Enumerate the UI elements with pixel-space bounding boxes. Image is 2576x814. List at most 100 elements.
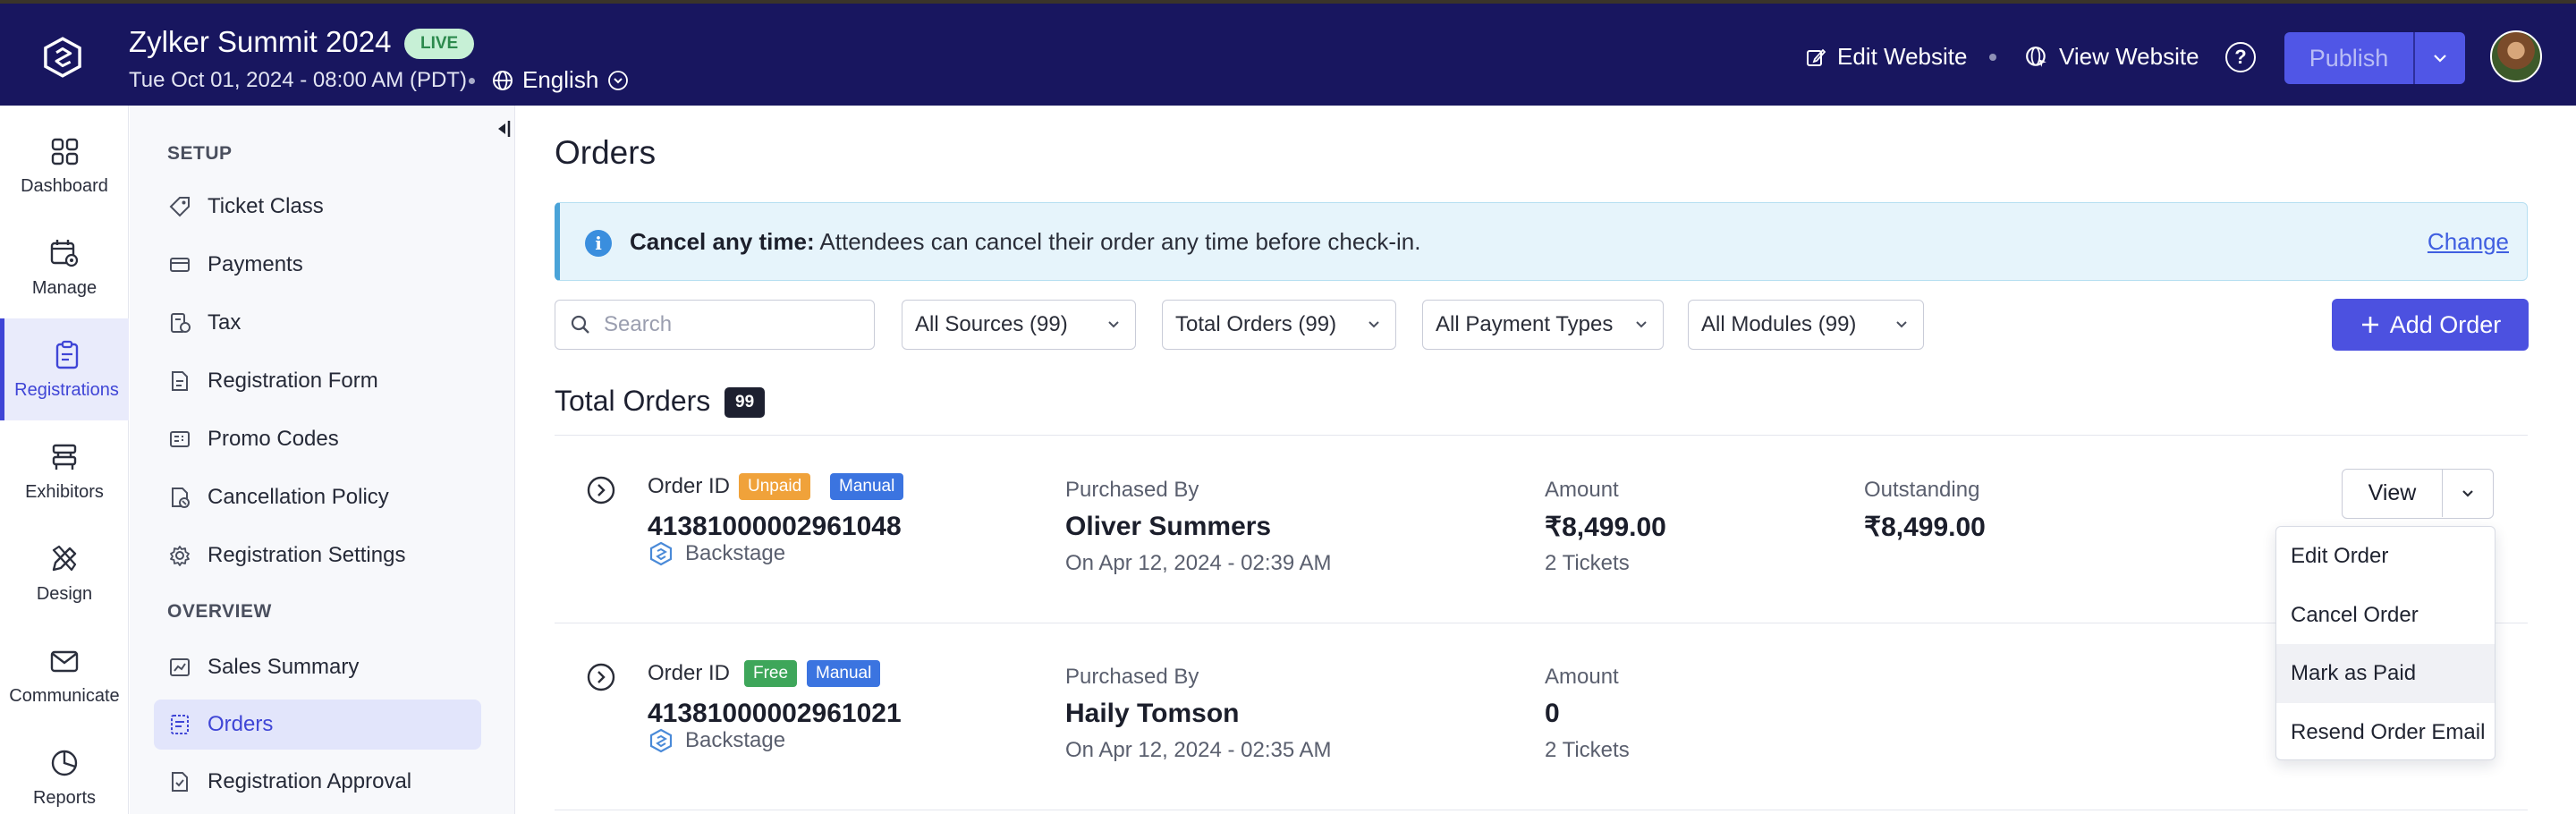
search-icon xyxy=(571,315,589,334)
edit-icon xyxy=(1807,48,1826,66)
nav-label: Tax xyxy=(208,310,242,335)
view-website-link[interactable]: View Website xyxy=(2025,43,2199,71)
total-orders-title: Total Orders xyxy=(555,385,711,417)
banner-message: Attendees can cancel their order any tim… xyxy=(814,228,1421,255)
chevron-down-circle-icon xyxy=(608,70,629,90)
menu-item-edit-order[interactable]: Edit Order xyxy=(2276,527,2495,586)
tax-icon xyxy=(171,313,191,333)
collapse-sidebar-icon[interactable] xyxy=(494,118,512,140)
add-order-button[interactable]: Add Order xyxy=(2332,299,2529,351)
overview-heading: OVERVIEW xyxy=(167,601,272,622)
rail-item-manage[interactable]: Manage xyxy=(0,216,129,318)
rail-item-design[interactable]: Design xyxy=(0,522,129,624)
event-title[interactable]: Zylker Summit 2024 xyxy=(129,25,391,59)
nav-item-registration-settings[interactable]: Registration Settings xyxy=(154,530,481,581)
order-actions-toggle[interactable] xyxy=(2443,470,2493,517)
nav-item-payments[interactable]: Payments xyxy=(154,240,481,290)
nav-item-sales-summary[interactable]: Sales Summary xyxy=(154,642,481,692)
ticket-count: 2 Tickets xyxy=(1545,738,1630,762)
menu-item-mark-as-paid[interactable]: Mark as Paid xyxy=(2276,644,2495,703)
nav-item-tax[interactable]: Tax xyxy=(154,298,481,348)
search-input[interactable] xyxy=(604,312,854,337)
filter-label: Total Orders (99) xyxy=(1175,312,1337,336)
nav-item-cancellation-policy[interactable]: Cancellation Policy xyxy=(154,472,481,522)
top-header: Zylker Summit 2024 LIVE Tue Oct 01, 2024… xyxy=(0,0,2576,106)
plus-icon xyxy=(2361,317,2378,333)
nav-item-orders[interactable]: Orders xyxy=(154,700,481,750)
status-badge-free: Free xyxy=(744,660,798,687)
order-id-label: Order ID xyxy=(648,661,731,685)
add-order-label: Add Order xyxy=(2389,310,2502,338)
chevron-down-icon xyxy=(1368,321,1379,328)
live-badge: LIVE xyxy=(404,29,475,59)
nav-label: Registration Settings xyxy=(208,543,406,567)
expand-row-icon[interactable] xyxy=(587,663,615,691)
nav-item-registration-approval[interactable]: Registration Approval xyxy=(154,757,481,807)
filter-total-orders[interactable]: Total Orders (99) xyxy=(1162,300,1396,350)
rail-label: Exhibitors xyxy=(25,481,104,502)
view-order-button[interactable]: View xyxy=(2343,470,2443,517)
purchaser-name: Haily Tomson xyxy=(1065,699,1240,728)
source-label: Backstage xyxy=(685,728,786,752)
purchase-date: On Apr 12, 2024 - 02:35 AM xyxy=(1065,738,1332,762)
page-title: Orders xyxy=(555,134,657,171)
status-badge-manual: Manual xyxy=(807,660,881,687)
card-icon xyxy=(170,258,190,272)
filter-sources[interactable]: All Sources (99) xyxy=(902,300,1136,350)
filter-modules[interactable]: All Modules (99) xyxy=(1688,300,1924,350)
publish-options-button[interactable] xyxy=(2415,32,2465,84)
gear-icon xyxy=(170,546,190,566)
language-selector[interactable]: English xyxy=(492,66,629,94)
publish-split-button: Publish xyxy=(2284,32,2465,84)
rail-item-dashboard[interactable]: Dashboard xyxy=(0,114,129,216)
purchased-by-label: Purchased By xyxy=(1065,665,1199,689)
primary-nav-rail: Dashboard Manage Registrations Exhibitor… xyxy=(0,106,129,814)
ticket-count: 2 Tickets xyxy=(1545,551,1630,575)
view-website-label: View Website xyxy=(2059,43,2199,70)
rail-item-registrations[interactable]: Registrations xyxy=(0,318,129,420)
orders-icon xyxy=(171,715,189,734)
order-row: Order ID Free Manual 41381000002961021 B… xyxy=(555,623,2528,810)
amount-value: ₹8,499.00 xyxy=(1545,513,1666,542)
nav-label: Payments xyxy=(208,252,303,276)
filter-label: All Modules (99) xyxy=(1701,312,1857,336)
publish-button[interactable]: Publish xyxy=(2284,32,2415,84)
user-avatar[interactable] xyxy=(2490,30,2542,82)
nav-label: Promo Codes xyxy=(208,427,339,451)
nav-item-promo-codes[interactable]: Promo Codes xyxy=(154,414,481,464)
chevron-down-icon xyxy=(2434,55,2446,63)
order-id-value[interactable]: 41381000002961048 xyxy=(648,512,902,542)
order-id-value[interactable]: 41381000002961021 xyxy=(648,699,902,729)
nav-item-registration-form[interactable]: Registration Form xyxy=(154,356,481,406)
globe-icon xyxy=(493,70,513,90)
menu-item-resend-order-email[interactable]: Resend Order Email xyxy=(2276,703,2495,762)
banner-text: Cancel any time: Attendees can cancel th… xyxy=(630,228,1420,256)
amount-label: Amount xyxy=(1545,478,1619,502)
promo-icon xyxy=(170,431,190,447)
backstage-logo-icon xyxy=(649,541,673,566)
rail-item-exhibitors[interactable]: Exhibitors xyxy=(0,420,129,522)
amount-label: Amount xyxy=(1545,665,1619,689)
order-actions-menu: Edit Order Cancel Order Mark as Paid Res… xyxy=(2275,526,2496,760)
mail-icon xyxy=(50,650,79,672)
help-icon[interactable]: ? xyxy=(2225,42,2256,72)
backstage-logo-icon xyxy=(649,728,673,753)
nav-label: Sales Summary xyxy=(208,655,360,679)
nav-item-ticket-class[interactable]: Ticket Class xyxy=(154,182,481,232)
rail-label: Dashboard xyxy=(21,175,108,196)
expand-row-icon[interactable] xyxy=(587,476,615,505)
rail-item-communicate[interactable]: Communicate xyxy=(0,624,129,726)
app-logo-icon[interactable] xyxy=(36,30,89,84)
info-banner: i Cancel any time: Attendees can cancel … xyxy=(555,202,2528,281)
nav-label: Cancellation Policy xyxy=(208,485,389,509)
filter-payment-types[interactable]: All Payment Types xyxy=(1422,300,1664,350)
edit-website-link[interactable]: Edit Website xyxy=(1805,43,1967,71)
menu-item-cancel-order[interactable]: Cancel Order xyxy=(2276,586,2495,645)
total-orders-count: 99 xyxy=(724,387,766,418)
search-field[interactable] xyxy=(555,300,875,350)
purchaser-name: Oliver Summers xyxy=(1065,512,1272,541)
change-policy-link[interactable]: Change xyxy=(2428,228,2509,256)
dashboard-icon xyxy=(51,138,79,165)
ticket-icon xyxy=(169,197,190,217)
rail-item-reports[interactable]: Reports xyxy=(0,726,129,814)
